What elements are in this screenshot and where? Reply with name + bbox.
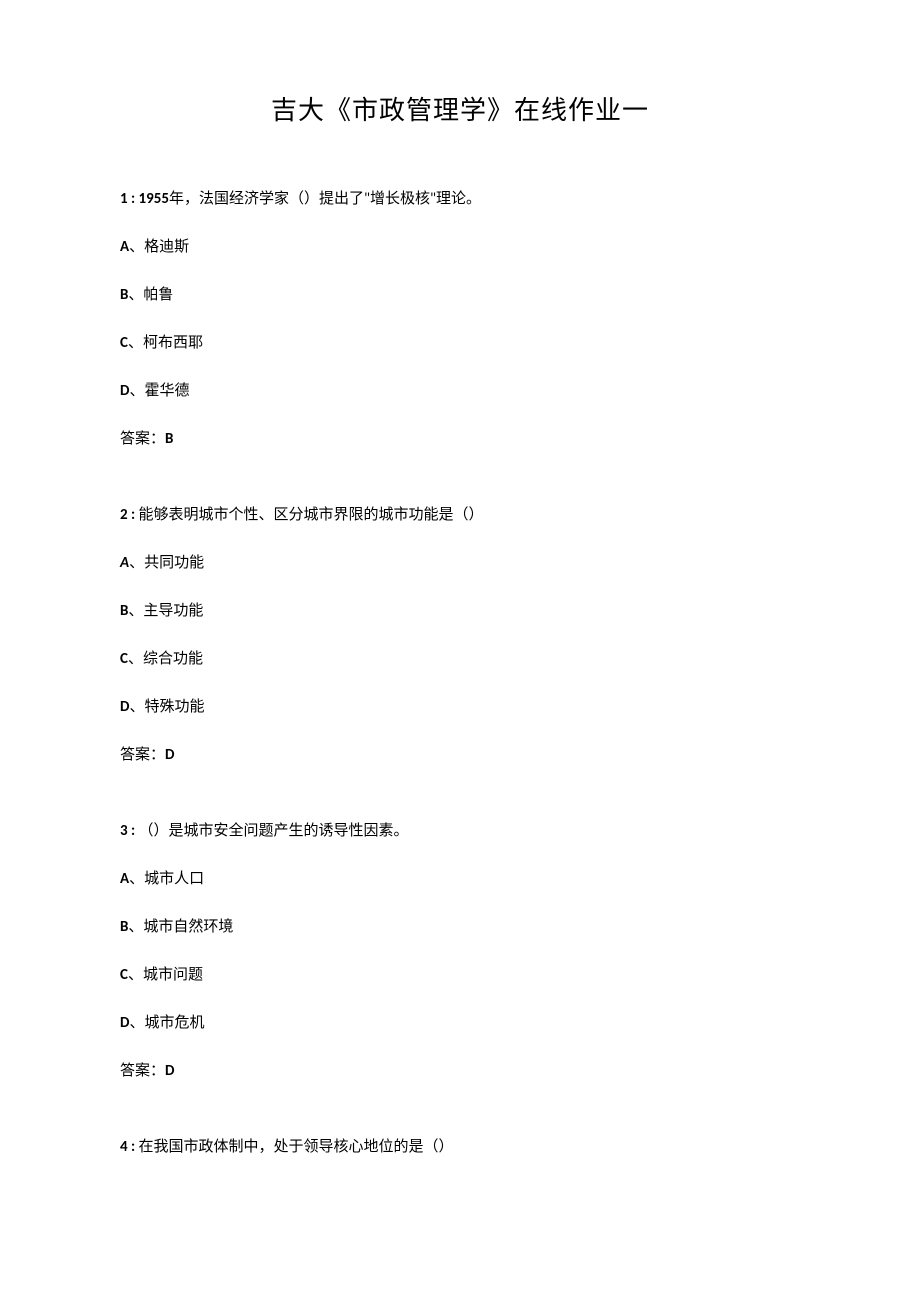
option-text: 、霍华德 <box>129 382 189 400</box>
option-a: A、城市人口 <box>120 867 800 891</box>
option-letter: A <box>120 870 129 888</box>
spacer <box>120 1107 800 1135</box>
option-text: 、城市危机 <box>129 1014 204 1032</box>
answer-label: 答案： <box>120 1063 165 1079</box>
page-title: 吉大《市政管理学》在线作业一 <box>120 90 800 127</box>
option-text: 、城市问题 <box>128 966 203 984</box>
answer-label: 答案： <box>120 431 165 447</box>
option-text: 、城市人口 <box>129 870 204 888</box>
question-number: 2 : <box>120 506 139 524</box>
option-text: 、帕鲁 <box>128 286 173 304</box>
option-text: 、城市自然环境 <box>128 918 233 936</box>
option-letter: C <box>120 650 128 668</box>
question-number: 4 : <box>120 1138 139 1156</box>
question-stem: 2 : 能够表明城市个性、区分城市界限的城市功能是（） <box>120 503 800 527</box>
answer-line: 答案：D <box>120 743 800 767</box>
question-text: （）是城市安全问题产生的诱导性因素。 <box>139 822 409 840</box>
spacer <box>120 475 800 503</box>
option-c: C、柯布西耶 <box>120 331 800 355</box>
answer-line: 答案：B <box>120 427 800 451</box>
option-a: A、共同功能 <box>120 551 800 575</box>
option-b: B、城市自然环境 <box>120 915 800 939</box>
option-d: D、霍华德 <box>120 379 800 403</box>
spacer <box>120 791 800 819</box>
option-text: 、综合功能 <box>128 650 203 668</box>
option-c: C、综合功能 <box>120 647 800 671</box>
question-stem: 3 : （）是城市安全问题产生的诱导性因素。 <box>120 819 800 843</box>
question-stem: 1 : 1955年，法国经济学家（）提出了"增长极核"理论。 <box>120 187 800 211</box>
option-text: 、格迪斯 <box>129 238 189 256</box>
answer-label: 答案： <box>120 747 165 763</box>
answer-letter: D <box>165 746 174 764</box>
option-letter: A <box>120 238 129 256</box>
answer-letter: B <box>165 430 173 448</box>
question-number: 1 : 1955 <box>120 190 169 208</box>
option-d: D、特殊功能 <box>120 695 800 719</box>
answer-letter: D <box>165 1062 174 1080</box>
answer-line: 答案：D <box>120 1059 800 1083</box>
option-text: 、特殊功能 <box>129 698 204 716</box>
option-letter: A <box>120 554 129 572</box>
option-letter: C <box>120 966 128 984</box>
option-b: B、帕鲁 <box>120 283 800 307</box>
page-container: 吉大《市政管理学》在线作业一 1 : 1955年，法国经济学家（）提出了"增长极… <box>0 0 920 1263</box>
question-text: 能够表明城市个性、区分城市界限的城市功能是（） <box>139 506 484 524</box>
option-b: B、主导功能 <box>120 599 800 623</box>
question-text: 在我国市政体制中，处于领导核心地位的是（） <box>139 1138 454 1156</box>
option-text: 、柯布西耶 <box>128 334 203 352</box>
option-d: D、城市危机 <box>120 1011 800 1035</box>
question-text: 年，法国经济学家（）提出了"增长极核"理论。 <box>169 190 481 208</box>
question-number: 3 : <box>120 822 139 840</box>
option-c: C、城市问题 <box>120 963 800 987</box>
option-letter: C <box>120 334 128 352</box>
question-stem: 4 : 在我国市政体制中，处于领导核心地位的是（） <box>120 1135 800 1159</box>
option-text: 、共同功能 <box>129 554 204 572</box>
option-text: 、主导功能 <box>128 602 203 620</box>
option-a: A、格迪斯 <box>120 235 800 259</box>
